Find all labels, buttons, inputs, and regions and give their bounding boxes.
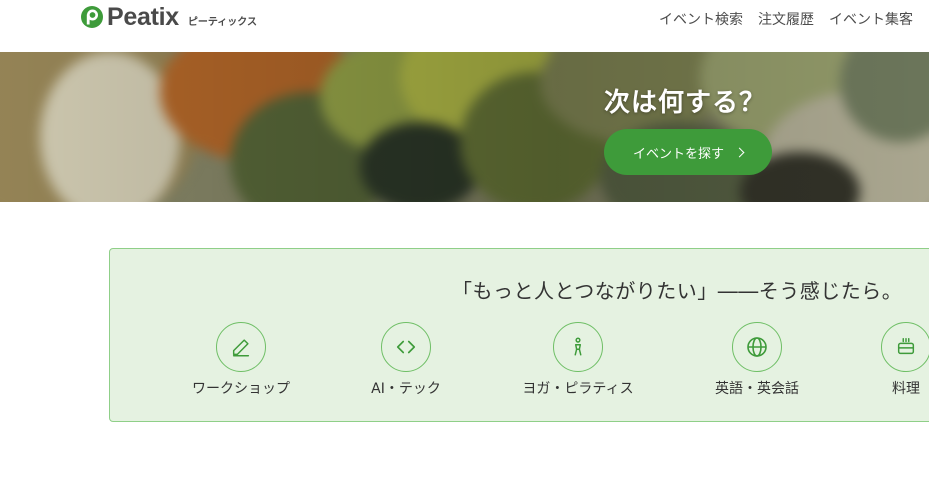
logo-kana: ピーティックス [187, 16, 257, 28]
category-label: AI・テック [371, 381, 441, 397]
cooking-pot-icon [897, 338, 915, 355]
category-cooking[interactable]: 料理 [846, 322, 929, 398]
chevron-right-icon [734, 147, 745, 157]
category-workshop[interactable]: ワークショップ [181, 322, 301, 398]
hero-title: 次は何する？ [604, 88, 767, 118]
logo-wordmark: Peatix [107, 3, 179, 31]
hero-banner: 次は何する？ イベントを探す [0, 52, 929, 202]
category-label: 英語・英会話 [715, 381, 799, 397]
code-icon [396, 340, 416, 354]
category-label: ヨガ・ピラティス [522, 381, 634, 397]
globe-icon [747, 337, 767, 357]
category-label: ワークショップ [192, 381, 290, 397]
category-ai-tech[interactable]: AI・テック [346, 322, 466, 398]
nav-event-promotion[interactable]: イベント集客 [829, 11, 913, 29]
pencil-icon [232, 339, 250, 357]
category-icon-circle [553, 322, 603, 372]
category-yoga-pilates[interactable]: ヨガ・ピラティス [518, 322, 638, 398]
nav-order-history[interactable]: 注文履歴 [758, 11, 814, 29]
find-events-button[interactable]: イベントを探す [604, 129, 772, 175]
header-nav: イベント検索 注文履歴 イベント集客 [659, 11, 913, 29]
category-label: 料理 [892, 381, 920, 397]
category-icon-circle [732, 322, 782, 372]
find-events-button-label: イベントを探す [632, 145, 724, 161]
category-icon-circle [216, 322, 266, 372]
nav-event-search[interactable]: イベント検索 [659, 11, 743, 29]
category-english[interactable]: 英語・英会話 [697, 322, 817, 398]
peatix-logo[interactable]: Peatix ピーティックス [80, 4, 257, 30]
yoga-icon [574, 337, 582, 356]
hero-overlay [0, 52, 929, 202]
category-panel: 「もっと人とつながりたい」――そう感じたら。 ワークショップ AI・テック ヨガ… [109, 248, 929, 422]
category-icon-circle [881, 322, 929, 372]
panel-tagline: 「もっと人とつながりたい」――そう感じたら。 [452, 279, 903, 303]
category-icon-circle [381, 322, 431, 372]
peatix-logo-icon [81, 6, 103, 28]
site-header: Peatix ピーティックス イベント検索 注文履歴 イベント集客 [0, 0, 929, 52]
